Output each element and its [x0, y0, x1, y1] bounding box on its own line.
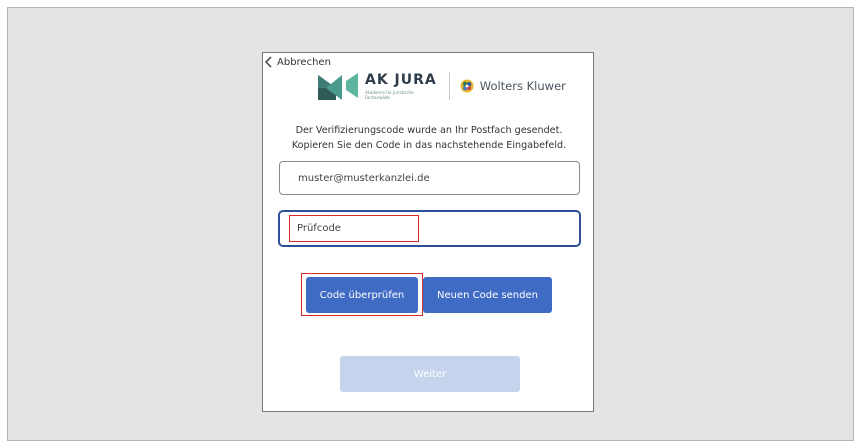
akjura-title: AK JURA — [365, 71, 437, 88]
brand-logos: AK JURA Akademie für Juristische Fachanw… — [318, 69, 566, 103]
info-message: Der Verifizierungscode wurde an Ihr Post… — [263, 123, 595, 153]
verification-code-input[interactable]: Prüfcode — [278, 210, 581, 247]
next-button[interactable]: Weiter — [340, 356, 520, 392]
info-line-2: Kopieren Sie den Code in das nachstehend… — [291, 140, 567, 151]
cancel-link[interactable]: Abbrechen — [265, 56, 331, 68]
email-value: muster@musterkanzlei.de — [298, 172, 430, 184]
info-line-1: Der Verifizierungscode wurde an Ihr Post… — [295, 125, 563, 136]
verification-dialog: Abbrechen AK JURA Akademie für Juristisc… — [262, 52, 594, 412]
email-field[interactable]: muster@musterkanzlei.de — [279, 161, 580, 195]
akjura-subtitle: Akademie für Juristische Fachanwälte — [365, 89, 414, 100]
chevron-left-icon — [265, 56, 272, 68]
wolters-kluwer-globe-icon — [460, 79, 474, 93]
verify-code-button[interactable]: Code überprüfen — [306, 277, 418, 313]
wolters-kluwer-name: Wolters Kluwer — [479, 79, 566, 93]
resend-code-button[interactable]: Neuen Code senden — [423, 277, 552, 313]
logo-divider — [448, 72, 450, 100]
code-placeholder: Prüfcode — [297, 223, 341, 234]
code-input-highlight: Prüfcode — [289, 215, 419, 242]
akjura-logo-mark-icon — [318, 73, 358, 100]
cancel-link-label: Abbrechen — [277, 56, 331, 68]
